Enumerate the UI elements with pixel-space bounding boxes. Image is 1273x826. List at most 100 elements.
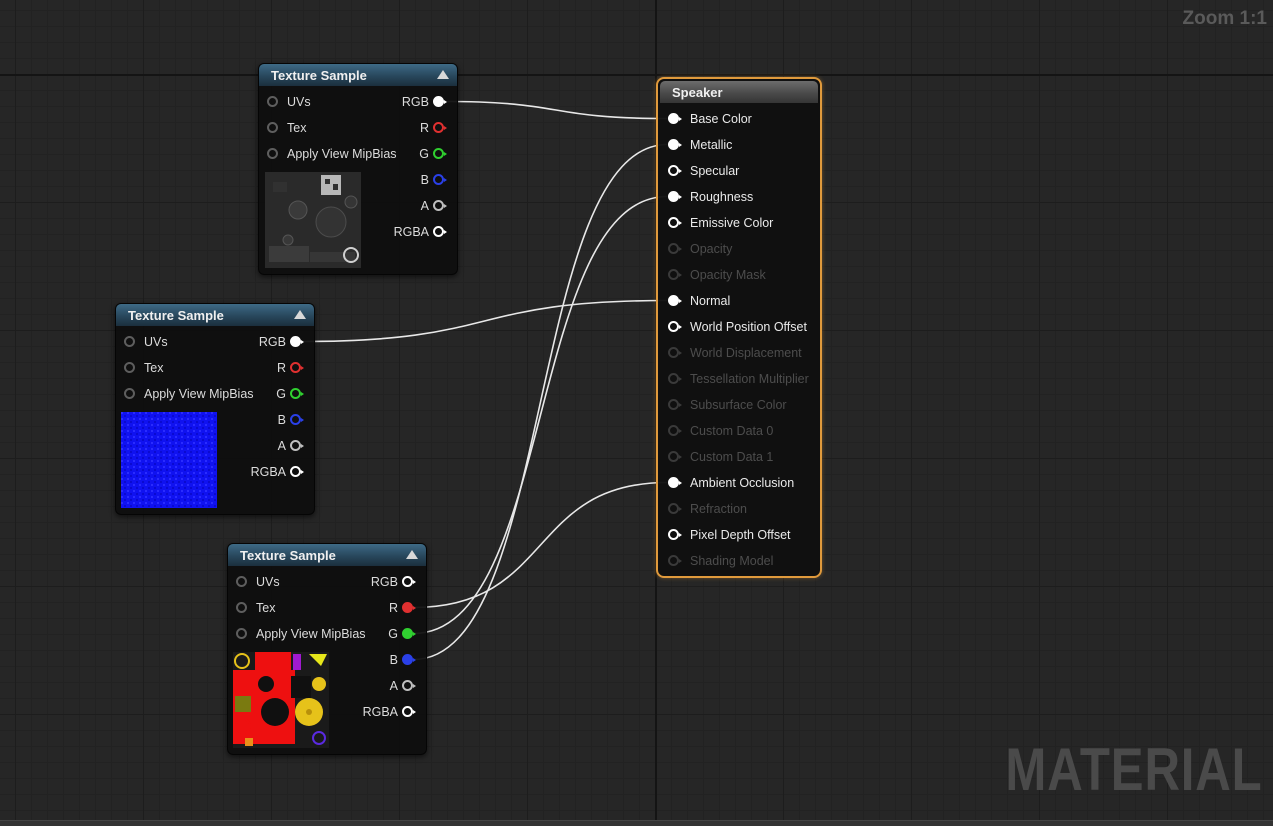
output-pin-row[interactable]: A: [234, 436, 304, 456]
input-pin-icon[interactable]: [124, 362, 135, 373]
output-pin-icon[interactable]: [290, 362, 304, 373]
input-pin-icon[interactable]: [668, 373, 682, 384]
node-header[interactable]: Speaker: [660, 81, 818, 103]
output-pin-row[interactable]: A: [346, 676, 416, 696]
input-pin-label: UVs: [287, 95, 311, 109]
input-label: Specular: [690, 164, 740, 178]
input-pin-icon[interactable]: [668, 139, 682, 150]
texture-sample-node[interactable]: Texture Sample UVs Tex Apply View MipBias …: [115, 303, 315, 515]
input-label: Emissive Color: [690, 216, 774, 230]
input-pin-icon[interactable]: [668, 321, 682, 332]
output-pin-icon[interactable]: [433, 96, 447, 107]
node-title: Speaker: [672, 85, 723, 100]
output-pin-icon[interactable]: [402, 654, 416, 665]
node-header[interactable]: Texture Sample: [228, 544, 426, 566]
input-pin-icon[interactable]: [267, 148, 278, 159]
output-pin-icon[interactable]: [290, 414, 304, 425]
output-pin-icon[interactable]: [433, 200, 447, 211]
input-pin-icon[interactable]: [267, 122, 278, 133]
input-pin-icon[interactable]: [668, 555, 682, 566]
input-pin-icon[interactable]: [668, 451, 682, 462]
output-pin-icon[interactable]: [290, 336, 304, 347]
texture-sample-node[interactable]: Texture Sample UVs Tex Apply View MipBias …: [227, 543, 427, 755]
input-label: Opacity: [690, 242, 733, 256]
node-header[interactable]: Texture Sample: [116, 304, 314, 326]
input-pin-icon[interactable]: [668, 477, 682, 488]
output-pin-row[interactable]: B: [377, 170, 447, 190]
output-pin-icon[interactable]: [402, 680, 416, 691]
collapse-arrow-icon[interactable]: [294, 310, 306, 319]
output-pin-row[interactable]: B: [234, 410, 304, 430]
input-pin-icon[interactable]: [236, 602, 247, 613]
output-pin-row[interactable]: R: [377, 118, 447, 138]
output-pin-label: R: [419, 121, 429, 135]
input-pin-icon[interactable]: [668, 165, 682, 176]
output-pin-icon[interactable]: [402, 706, 416, 717]
input-label: Normal: [690, 294, 731, 308]
output-pin-icon[interactable]: [433, 148, 447, 159]
output-pin-label: RGBA: [250, 465, 286, 479]
input-pin-icon[interactable]: [668, 347, 682, 358]
input-pin-icon[interactable]: [668, 269, 682, 280]
output-pin-row[interactable]: RGB: [377, 92, 447, 112]
output-pin-label: R: [276, 361, 286, 375]
output-pin-label: A: [277, 439, 286, 453]
connection-wire[interactable]: [413, 481, 668, 609]
collapse-arrow-icon[interactable]: [437, 70, 449, 79]
output-pin-label: R: [388, 601, 398, 615]
output-pin-row[interactable]: G: [346, 624, 416, 644]
input-pin-icon[interactable]: [668, 503, 682, 514]
input-label: Custom Data 1: [690, 450, 774, 464]
input-pin-icon[interactable]: [668, 425, 682, 436]
connection-wire[interactable]: [301, 299, 668, 343]
input-label: Opacity Mask: [690, 268, 766, 282]
input-pin-icon[interactable]: [668, 191, 682, 202]
output-pin-row[interactable]: G: [234, 384, 304, 404]
input-pin-icon[interactable]: [668, 399, 682, 410]
input-pin-icon[interactable]: [124, 388, 135, 399]
output-pin-row[interactable]: G: [377, 144, 447, 164]
output-pin-row[interactable]: A: [377, 196, 447, 216]
connection-wire[interactable]: [444, 100, 668, 120]
node-header[interactable]: Texture Sample: [259, 64, 457, 86]
input-pin-icon[interactable]: [668, 243, 682, 254]
output-pin-icon[interactable]: [290, 466, 304, 477]
collapse-arrow-icon[interactable]: [406, 550, 418, 559]
output-pin-icon[interactable]: [433, 122, 447, 133]
output-pin-row[interactable]: RGBA: [346, 702, 416, 722]
output-pin-row[interactable]: B: [346, 650, 416, 670]
input-pin-icon[interactable]: [124, 336, 135, 347]
input-label: Subsurface Color: [690, 398, 787, 412]
output-pin-row[interactable]: RGB: [346, 572, 416, 592]
input-pin-icon[interactable]: [236, 628, 247, 639]
output-pin-icon[interactable]: [402, 576, 416, 587]
input-label: Roughness: [690, 190, 754, 204]
material-watermark: MATERIAL: [1005, 736, 1263, 803]
input-pin-icon[interactable]: [267, 96, 278, 107]
output-pin-row[interactable]: RGBA: [234, 462, 304, 482]
output-pin-icon[interactable]: [402, 628, 416, 639]
material-output-node[interactable]: Speaker Base Color Metallic Specular Roughn…: [656, 77, 822, 578]
output-pin-row[interactable]: R: [234, 358, 304, 378]
output-pin-icon[interactable]: [290, 388, 304, 399]
output-pin-icon[interactable]: [433, 226, 447, 237]
input-pin-icon[interactable]: [236, 576, 247, 587]
output-pin-row[interactable]: R: [346, 598, 416, 618]
input-pin-icon[interactable]: [668, 529, 682, 540]
output-pin-icon[interactable]: [433, 174, 447, 185]
output-pin-label: RGB: [401, 95, 429, 109]
input-pin-icon[interactable]: [668, 295, 682, 306]
output-pin-icon[interactable]: [290, 440, 304, 451]
output-pin-label: A: [420, 199, 429, 213]
input-pin-icon[interactable]: [668, 217, 682, 228]
texture-sample-node[interactable]: Texture Sample UVs Tex Apply View MipBias …: [258, 63, 458, 275]
output-pin-icon[interactable]: [402, 602, 416, 613]
output-pin-row[interactable]: RGBA: [377, 222, 447, 242]
output-pin-label: B: [420, 173, 429, 187]
material-graph-canvas[interactable]: Zoom 1:1 Texture Sample UVs Tex Apply View…: [0, 0, 1273, 826]
bottom-bar: [0, 820, 1273, 826]
output-pin-row[interactable]: RGB: [234, 332, 304, 352]
input-label: World Displacement: [690, 346, 802, 360]
input-label: Tessellation Multiplier: [690, 372, 809, 386]
input-pin-icon[interactable]: [668, 113, 682, 124]
